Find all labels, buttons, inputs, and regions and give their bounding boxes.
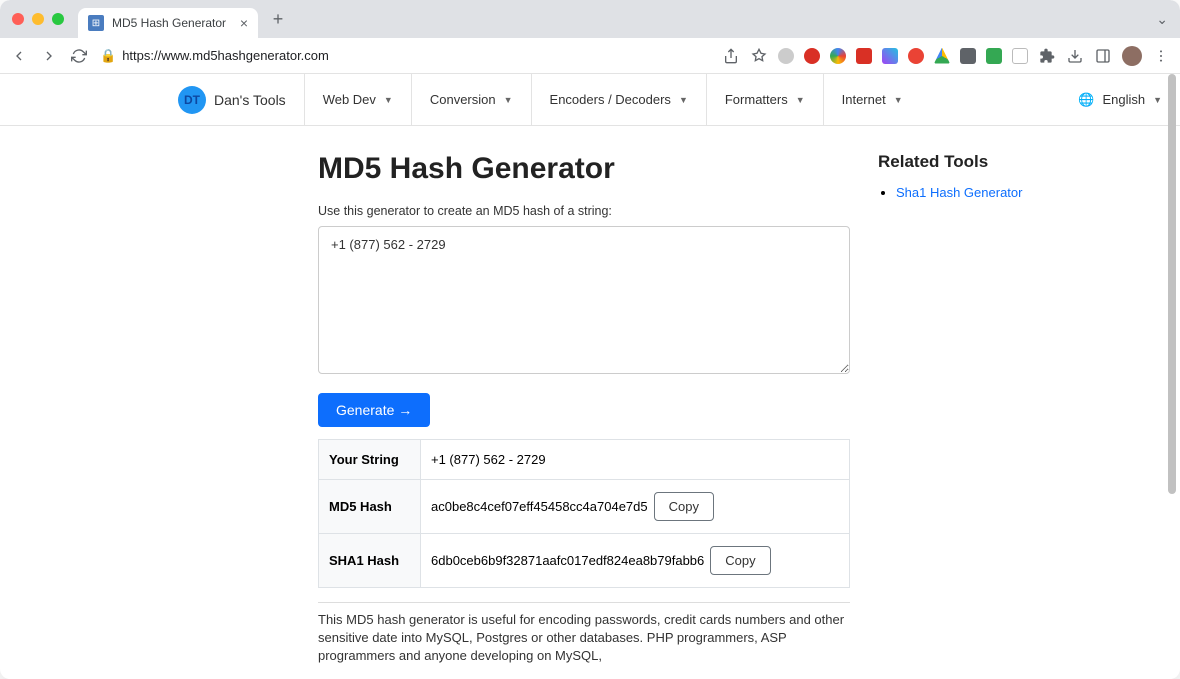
scrollbar-track: [1166, 74, 1178, 679]
extension-icon[interactable]: [882, 48, 898, 64]
nav-label: English: [1102, 92, 1145, 107]
nav-encoders[interactable]: Encoders / Decoders ▼: [531, 74, 706, 125]
share-icon[interactable]: [722, 47, 740, 65]
brand-logo-icon: DT: [178, 86, 206, 114]
nav-label: Conversion: [430, 92, 496, 107]
caret-down-icon: ▼: [796, 95, 805, 105]
browser-toolbar: 🔒 https://www.md5hashgenerator.com: [0, 38, 1180, 74]
browser-tab[interactable]: ⊞ MD5 Hash Generator ×: [78, 8, 258, 38]
nav-formatters[interactable]: Formatters ▼: [706, 74, 823, 125]
url-text: https://www.md5hashgenerator.com: [122, 48, 329, 63]
window-titlebar: ⊞ MD5 Hash Generator × + ⌄: [0, 0, 1180, 38]
table-row: MD5 Hash ac0be8c4cef07eff45458cc4a704e7d…: [319, 480, 850, 534]
caret-down-icon: ▼: [894, 95, 903, 105]
tab-title: MD5 Hash Generator: [112, 16, 226, 30]
close-tab-icon[interactable]: ×: [240, 15, 248, 31]
site-navbar: DT Dan's Tools Web Dev ▼ Conversion ▼ Enco…: [0, 74, 1180, 126]
row-value: +1 (877) 562 - 2729: [421, 440, 850, 480]
nav-label: Web Dev: [323, 92, 376, 107]
extension-icon[interactable]: [934, 48, 950, 64]
sidebar: Related Tools Sha1 Hash Generator: [878, 152, 1078, 202]
related-tool-link[interactable]: Sha1 Hash Generator: [896, 185, 1022, 200]
new-tab-button[interactable]: +: [264, 5, 292, 33]
hash-input[interactable]: [318, 226, 850, 374]
main-column: MD5 Hash Generator Use this generator to…: [318, 152, 850, 666]
forward-button[interactable]: [40, 47, 58, 65]
description-text: This MD5 hash generator is useful for en…: [318, 602, 850, 666]
page-title: MD5 Hash Generator: [318, 152, 850, 186]
table-row: SHA1 Hash 6db0ceb6b9f32871aafc017edf824e…: [319, 534, 850, 588]
row-label: SHA1 Hash: [319, 534, 421, 588]
extension-icon[interactable]: [830, 48, 846, 64]
extension-icon[interactable]: [986, 48, 1002, 64]
tabs-dropdown-icon[interactable]: ⌄: [1156, 11, 1168, 28]
brand[interactable]: DT Dan's Tools: [160, 74, 304, 125]
nav-label: Internet: [842, 92, 886, 107]
copy-button[interactable]: Copy: [710, 546, 770, 575]
menu-icon[interactable]: [1152, 47, 1170, 65]
caret-down-icon: ▼: [679, 95, 688, 105]
nav-label: Formatters: [725, 92, 788, 107]
brand-text: Dan's Tools: [214, 92, 286, 108]
row-value-cell: ac0be8c4cef07eff45458cc4a704e7d5 Copy: [421, 480, 850, 534]
caret-down-icon: ▼: [1153, 95, 1162, 105]
row-value-cell: 6db0ceb6b9f32871aafc017edf824ea8b79fabb6…: [421, 534, 850, 588]
caret-down-icon: ▼: [504, 95, 513, 105]
hash-value: 6db0ceb6b9f32871aafc017edf824ea8b79fabb6: [431, 553, 704, 568]
maximize-window-button[interactable]: [52, 13, 64, 25]
extension-icon[interactable]: [778, 48, 794, 64]
bookmark-icon[interactable]: [750, 47, 768, 65]
reload-button[interactable]: [70, 47, 88, 65]
extension-icon[interactable]: [960, 48, 976, 64]
lock-icon: 🔒: [100, 48, 116, 64]
extension-icon[interactable]: [1012, 48, 1028, 64]
scrollbar-thumb[interactable]: [1168, 74, 1176, 494]
extensions-puzzle-icon[interactable]: [1038, 47, 1056, 65]
panel-icon[interactable]: [1094, 47, 1112, 65]
generate-button[interactable]: Generate →: [318, 393, 430, 427]
extension-icon[interactable]: [804, 48, 820, 64]
back-button[interactable]: [10, 47, 28, 65]
profile-avatar[interactable]: [1122, 46, 1142, 66]
extension-icon[interactable]: [908, 48, 924, 64]
subtitle: Use this generator to create an MD5 hash…: [318, 204, 850, 218]
nav-language[interactable]: 🌐 English ▼: [1060, 74, 1180, 125]
row-label: MD5 Hash: [319, 480, 421, 534]
nav-conversion[interactable]: Conversion ▼: [411, 74, 531, 125]
download-icon[interactable]: [1066, 47, 1084, 65]
favicon-icon: ⊞: [88, 15, 104, 31]
nav-webdev[interactable]: Web Dev ▼: [304, 74, 411, 125]
toolbar-actions: [722, 46, 1170, 66]
minimize-window-button[interactable]: [32, 13, 44, 25]
result-table: Your String +1 (877) 562 - 2729 MD5 Hash…: [318, 439, 850, 588]
globe-icon: 🌐: [1078, 92, 1094, 108]
nav-internet[interactable]: Internet ▼: [823, 74, 921, 125]
window-controls: [12, 13, 64, 25]
address-bar[interactable]: 🔒 https://www.md5hashgenerator.com: [100, 48, 329, 64]
copy-button[interactable]: Copy: [654, 492, 714, 521]
nav-label: Encoders / Decoders: [550, 92, 671, 107]
caret-down-icon: ▼: [384, 95, 393, 105]
sidebar-title: Related Tools: [878, 152, 1078, 172]
page-content: DT Dan's Tools Web Dev ▼ Conversion ▼ Enco…: [0, 74, 1180, 679]
related-tool-item: Sha1 Hash Generator: [896, 184, 1078, 202]
table-row: Your String +1 (877) 562 - 2729: [319, 440, 850, 480]
close-window-button[interactable]: [12, 13, 24, 25]
row-label: Your String: [319, 440, 421, 480]
hash-value: ac0be8c4cef07eff45458cc4a704e7d5: [431, 499, 648, 514]
extension-icon[interactable]: [856, 48, 872, 64]
